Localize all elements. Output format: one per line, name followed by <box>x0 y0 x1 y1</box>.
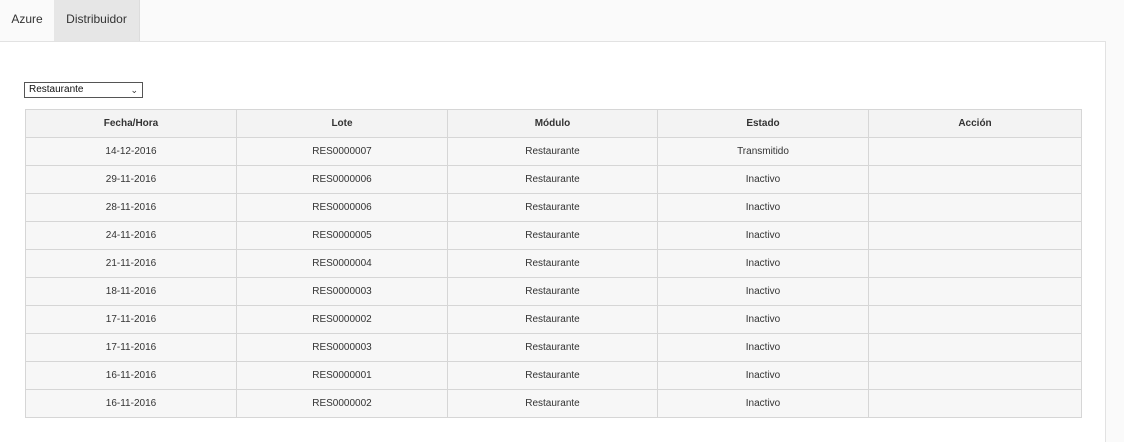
cell-estado: Transmitido <box>657 137 869 166</box>
cell-estado: Inactivo <box>657 305 869 334</box>
cell-fecha-hora: 29-11-2016 <box>25 165 237 194</box>
cell-accion[interactable] <box>868 361 1082 390</box>
tab-bar: Azure Distribuidor <box>0 0 1124 42</box>
cell-estado: Inactivo <box>657 193 869 222</box>
cell-estado: Inactivo <box>657 277 869 306</box>
cell-modulo: Restaurante <box>447 389 658 418</box>
cell-accion[interactable] <box>868 389 1082 418</box>
cell-lote: RES0000002 <box>236 305 448 334</box>
cell-estado: Inactivo <box>657 165 869 194</box>
tab-panel: Restaurante ⌄ Fecha/Hora Lote Módulo Est… <box>0 41 1106 442</box>
cell-accion[interactable] <box>868 333 1082 362</box>
table-row[interactable]: 17-11-2016 RES0000002 Restaurante Inactivo <box>25 305 1082 334</box>
cell-modulo: Restaurante <box>447 277 658 306</box>
batch-table: Fecha/Hora Lote Módulo Estado Acción 14-… <box>25 109 1082 418</box>
cell-fecha-hora: 17-11-2016 <box>25 305 237 334</box>
tab-distribuidor[interactable]: Distribuidor <box>54 0 140 42</box>
cell-estado: Inactivo <box>657 389 869 418</box>
cell-accion[interactable] <box>868 249 1082 278</box>
table-row[interactable]: 14-12-2016 RES0000007 Restaurante Transmiti… <box>25 137 1082 166</box>
cell-modulo: Restaurante <box>447 249 658 278</box>
cell-modulo: Restaurante <box>447 137 658 166</box>
cell-accion[interactable] <box>868 193 1082 222</box>
table-row[interactable]: 17-11-2016 RES0000003 Restaurante Inactivo <box>25 333 1082 362</box>
cell-lote: RES0000007 <box>236 137 448 166</box>
cell-lote: RES0000003 <box>236 277 448 306</box>
cell-accion[interactable] <box>868 137 1082 166</box>
column-header-fecha-hora: Fecha/Hora <box>25 109 237 138</box>
column-header-accion: Acción <box>868 109 1082 138</box>
cell-modulo: Restaurante <box>447 221 658 250</box>
table-row[interactable]: 28-11-2016 RES0000006 Restaurante Inactivo <box>25 193 1082 222</box>
module-select-value: Restaurante <box>29 84 84 95</box>
table-header-row: Fecha/Hora Lote Módulo Estado Acción <box>25 109 1082 138</box>
cell-estado: Inactivo <box>657 221 869 250</box>
chevron-down-icon: ⌄ <box>130 85 138 95</box>
table-row[interactable]: 21-11-2016 RES0000004 Restaurante Inactivo <box>25 249 1082 278</box>
cell-accion[interactable] <box>868 305 1082 334</box>
cell-accion[interactable] <box>868 277 1082 306</box>
cell-lote: RES0000001 <box>236 361 448 390</box>
cell-fecha-hora: 24-11-2016 <box>25 221 237 250</box>
cell-lote: RES0000006 <box>236 193 448 222</box>
cell-lote: RES0000006 <box>236 165 448 194</box>
column-header-estado: Estado <box>657 109 869 138</box>
cell-accion[interactable] <box>868 221 1082 250</box>
cell-fecha-hora: 16-11-2016 <box>25 361 237 390</box>
module-select[interactable]: Restaurante ⌄ <box>24 82 143 98</box>
cell-modulo: Restaurante <box>447 193 658 222</box>
cell-fecha-hora: 16-11-2016 <box>25 389 237 418</box>
cell-modulo: Restaurante <box>447 361 658 390</box>
tab-azure[interactable]: Azure <box>0 0 54 42</box>
cell-fecha-hora: 17-11-2016 <box>25 333 237 362</box>
cell-modulo: Restaurante <box>447 165 658 194</box>
cell-fecha-hora: 28-11-2016 <box>25 193 237 222</box>
table-row[interactable]: 16-11-2016 RES0000002 Restaurante Inactivo <box>25 389 1082 418</box>
cell-lote: RES0000002 <box>236 389 448 418</box>
cell-estado: Inactivo <box>657 333 869 362</box>
cell-estado: Inactivo <box>657 249 869 278</box>
cell-estado: Inactivo <box>657 361 869 390</box>
cell-lote: RES0000003 <box>236 333 448 362</box>
cell-fecha-hora: 14-12-2016 <box>25 137 237 166</box>
table-row[interactable]: 16-11-2016 RES0000001 Restaurante Inactivo <box>25 361 1082 390</box>
table-row[interactable]: 18-11-2016 RES0000003 Restaurante Inactivo <box>25 277 1082 306</box>
cell-lote: RES0000004 <box>236 249 448 278</box>
table-row[interactable]: 29-11-2016 RES0000006 Restaurante Inactivo <box>25 165 1082 194</box>
cell-fecha-hora: 21-11-2016 <box>25 249 237 278</box>
cell-modulo: Restaurante <box>447 305 658 334</box>
cell-fecha-hora: 18-11-2016 <box>25 277 237 306</box>
cell-lote: RES0000005 <box>236 221 448 250</box>
column-header-lote: Lote <box>236 109 448 138</box>
column-header-modulo: Módulo <box>447 109 658 138</box>
cell-modulo: Restaurante <box>447 333 658 362</box>
table-row[interactable]: 24-11-2016 RES0000005 Restaurante Inactivo <box>25 221 1082 250</box>
cell-accion[interactable] <box>868 165 1082 194</box>
